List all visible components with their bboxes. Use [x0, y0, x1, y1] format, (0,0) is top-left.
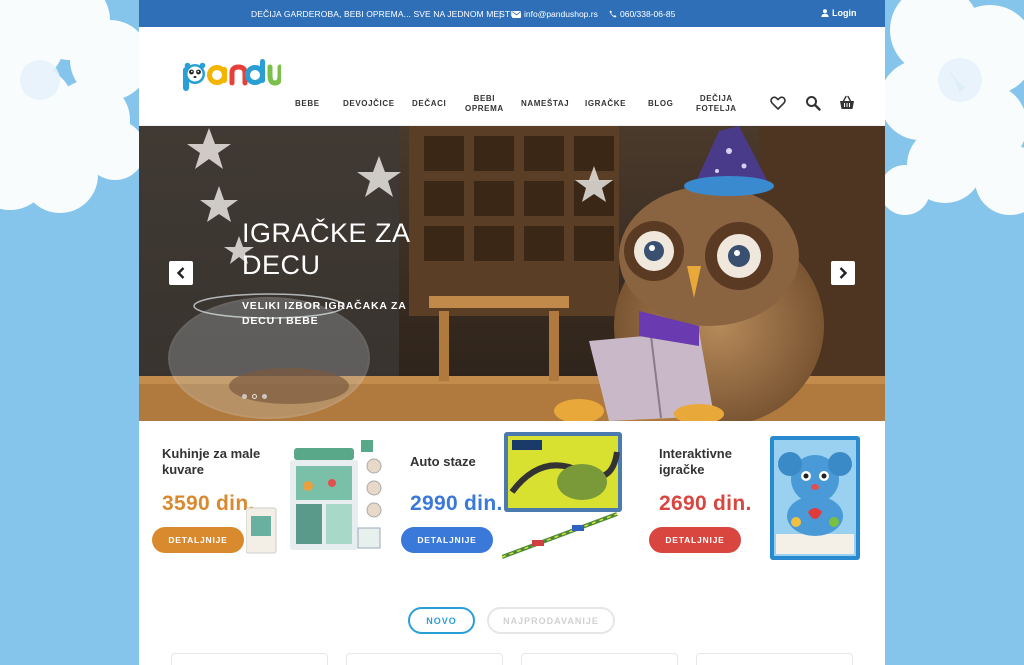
nav-item-blog[interactable]: BLOG: [648, 99, 674, 109]
user-icon: [821, 9, 829, 17]
envelope-icon: [512, 10, 521, 18]
phone-text: 060/338-06-85: [620, 9, 676, 19]
hero-subtitle-line1: VELIKI IZBOR IGRAČAKA ZA: [242, 300, 407, 312]
nav-item-bebi-oprema[interactable]: BEBI OPREMA: [465, 94, 504, 114]
details-button[interactable]: DETALJNIJE: [152, 527, 244, 553]
promo-text: DEČIJA GARDEROBA, BEBI OPREMA... SVE NA …: [251, 9, 519, 19]
nav-item-namestaj[interactable]: NAMEŠTAJ: [521, 99, 569, 109]
product-card[interactable]: [521, 653, 678, 665]
hero-subtitle: VELIKI IZBOR IGRAČAKA ZA DECU I BEBE: [242, 299, 442, 329]
nav-item-decaci[interactable]: DEČACI: [412, 99, 446, 109]
chevron-left-icon: [176, 267, 185, 279]
hero-title-line2: DECU: [242, 250, 321, 280]
pandu-logo[interactable]: [181, 57, 281, 93]
hero-title-line1: IGRAČKE ZA: [242, 218, 411, 248]
slider-next-button[interactable]: [831, 261, 855, 285]
phone-link[interactable]: 060/338-06-85: [609, 9, 675, 19]
hero-slider: IGRAČKE ZA DECU VELIKI IZBOR IGRAČAKA ZA…: [139, 126, 885, 421]
promo-card-race-tracks: Auto staze 2990 din. DETALJNIJE: [399, 430, 639, 570]
tab-bestsellers[interactable]: NAJPRODAVANIJE: [487, 607, 615, 634]
details-button[interactable]: DETALJNIJE: [401, 527, 493, 553]
logo-graphic: [183, 59, 281, 91]
search-icon[interactable]: [805, 95, 821, 111]
nav-item-decija-fotelja[interactable]: DEČIJA FOTELJA: [696, 94, 737, 114]
slider-dot-active[interactable]: [252, 394, 257, 399]
product-card[interactable]: [171, 653, 328, 665]
email-text: info@pandushop.rs: [524, 9, 598, 19]
login-link[interactable]: Login: [821, 8, 857, 18]
basket-icon[interactable]: [839, 95, 855, 111]
slider-dot[interactable]: [262, 394, 267, 399]
login-text: Login: [832, 8, 857, 18]
separator: |: [499, 9, 502, 19]
top-bar: DEČIJA GARDEROBA, BEBI OPREMA... SVE NA …: [139, 0, 885, 27]
email-link[interactable]: info@pandushop.rs: [512, 9, 598, 19]
race-track-product-image: [502, 432, 622, 559]
phone-icon: [609, 10, 617, 18]
product-card[interactable]: [696, 653, 853, 665]
hero-subtitle-line2: DECU I BEBE: [242, 315, 319, 327]
chevron-right-icon: [839, 267, 848, 279]
nav-item-devojcice[interactable]: DEVOJČICE: [343, 99, 395, 109]
slider-dots: [242, 394, 267, 399]
page-container: DEČIJA GARDEROBA, BEBI OPREMA... SVE NA …: [139, 0, 885, 665]
nav-item-igracke[interactable]: IGRAČKE: [585, 99, 626, 109]
kitchen-product-image: [246, 440, 382, 554]
nav-item-bebe[interactable]: BEBE: [295, 99, 320, 109]
interactive-toy-product-image: [770, 436, 860, 560]
hero-title: IGRAČKE ZA DECU: [242, 217, 462, 281]
product-card[interactable]: [346, 653, 503, 665]
promo-card-kitchens: Kuhinje za male kuvare 3590 din. DETALJN…: [151, 430, 391, 570]
card-title: Interaktivne igračke: [659, 446, 732, 477]
card-price: 2990 din.: [410, 492, 503, 515]
header: BEBE DEVOJČICE DEČACI BEBI OPREMA NAMEŠT…: [139, 27, 885, 126]
heart-icon[interactable]: [770, 95, 786, 111]
slider-prev-button[interactable]: [169, 261, 193, 285]
details-button[interactable]: DETALJNIJE: [649, 527, 741, 553]
promo-card-interactive-toys: Interaktivne igračke 2690 din. DETALJNIJ…: [648, 430, 885, 570]
card-price: 2690 din.: [659, 492, 752, 515]
card-price: 3590 din.: [162, 492, 255, 515]
slider-dot[interactable]: [242, 394, 247, 399]
tab-new[interactable]: NOVO: [408, 607, 475, 634]
